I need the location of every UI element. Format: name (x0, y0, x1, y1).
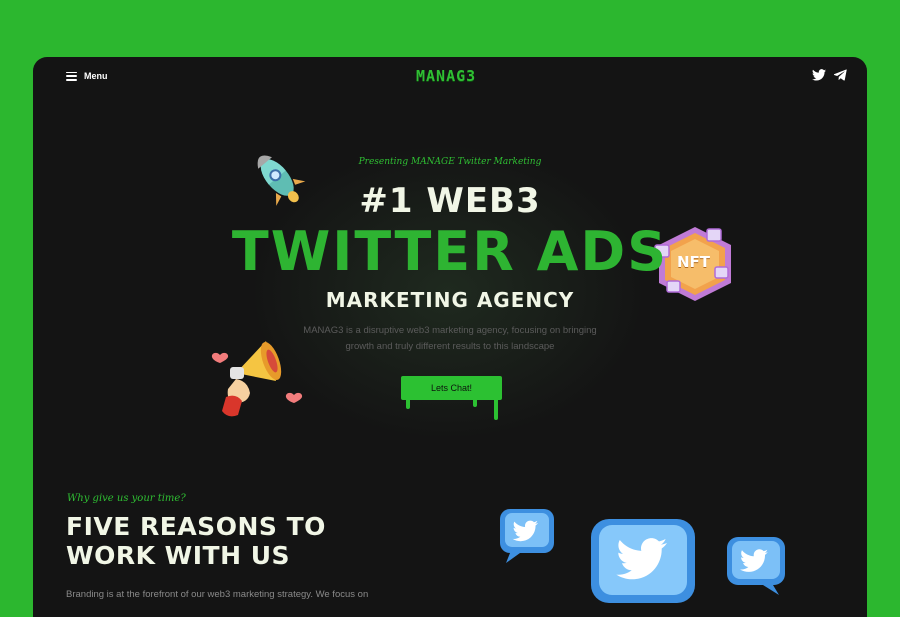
hero-headline-line-2: TWITTER ADS (231, 220, 669, 283)
twitter-icon[interactable] (812, 69, 826, 81)
site-logo[interactable]: MANAG3 (416, 67, 476, 85)
megaphone-illustration (206, 327, 306, 436)
site-window: Menu MANAG3 NFT Presenting MANAGE Twitte… (33, 57, 867, 617)
reasons-body: Branding is at the forefront of our web3… (66, 589, 369, 600)
twitter-bubble-right-icon (723, 533, 791, 601)
reasons-eyebrow: Why give us your time? (67, 493, 186, 504)
lets-chat-button[interactable]: Lets Chat! (401, 376, 502, 400)
menu-button[interactable]: Menu (66, 71, 108, 81)
lets-chat-label: Lets Chat! (430, 383, 473, 393)
button-drip (473, 400, 477, 407)
menu-label: Menu (84, 71, 108, 81)
telegram-icon[interactable] (834, 69, 847, 81)
hero-eyebrow: Presenting MANAGE Twitter Marketing (358, 157, 542, 167)
hero-headline-line-3: MARKETING AGENCY (325, 288, 575, 312)
reasons-title: FIVE REASONS TO WORK WITH US (66, 512, 326, 570)
button-drip (406, 400, 410, 409)
social-links (812, 69, 847, 81)
hero-headline-line-1: #1 WEB3 (359, 181, 541, 221)
hero-description: MANAG3 is a disruptive web3 marketing ag… (303, 325, 597, 352)
hamburger-icon (66, 71, 77, 81)
twitter-bubble-large-icon (585, 515, 703, 617)
button-drip (494, 400, 498, 420)
twitter-bubble-small-icon (496, 505, 560, 569)
